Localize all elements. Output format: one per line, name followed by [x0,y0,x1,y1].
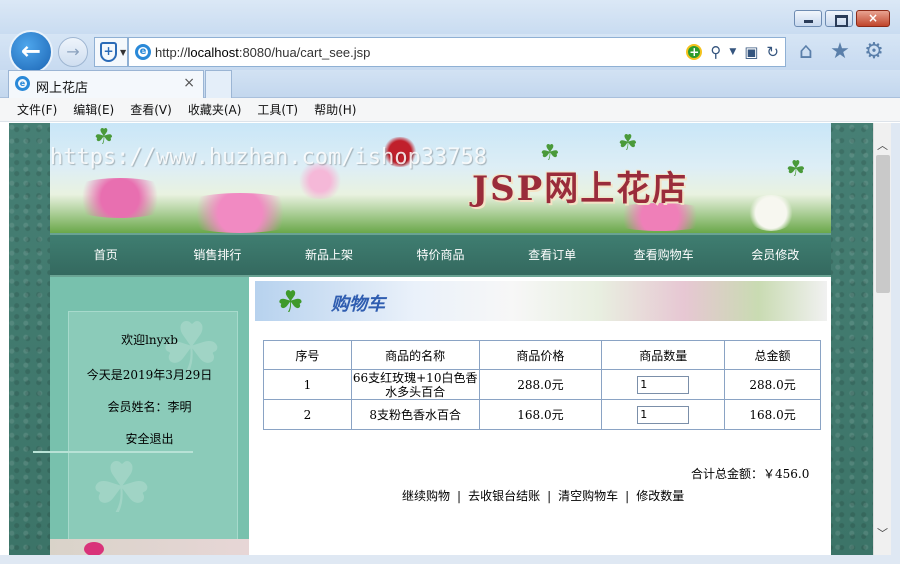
sidebar: ☘ ☘ 欢迎lnyxb 今天是2019年3月29日 会员姓名：李明 安全退出 [50,277,249,555]
row-quantity-cell [601,399,726,430]
menu-bar: 文件(F) 编辑(E) 查看(V) 收藏夹(A) 工具(T) 帮助(H) [0,98,900,122]
nav-new-products[interactable]: 新品上架 [273,235,385,275]
row-quantity-cell [601,369,726,400]
separator: | [457,489,462,503]
cart-banner: ☘ 购物车 [255,281,827,321]
home-icon[interactable]: ⌂ [793,39,819,65]
page-viewport: ☘ ☘ ☘ ☘ https://www.huzhan.com/ishop3375… [9,123,873,555]
compat-page-icon[interactable]: ▣ [744,43,758,61]
cart-panel: ☘ 购物车 序号 商品的名称 商品价格 商品数量 总金额 1 66支红玫瑰+10… [249,277,831,555]
cart-table: 序号 商品的名称 商品价格 商品数量 总金额 1 66支红玫瑰+10白色香水多头… [263,340,821,430]
grand-total: 合计总金额：￥456.0 [691,467,810,481]
sidebar-rose-image [50,539,249,555]
chevron-down-icon[interactable]: ▼ [729,47,736,57]
row-price: 168.0元 [478,399,603,430]
menu-help[interactable]: 帮助(H) [314,101,356,118]
menu-edit[interactable]: 编辑(E) [73,101,114,118]
welcome-text: 欢迎lnyxb [121,333,178,347]
quantity-input[interactable] [637,405,690,424]
window-frame [891,123,900,564]
nav-member-edit[interactable]: 会员修改 [719,235,831,275]
row-total: 168.0元 [724,399,821,430]
col-number: 序号 [263,340,352,370]
scroll-down-icon[interactable]: ﹀ [874,525,891,541]
nav-view-cart[interactable]: 查看购物车 [608,235,720,275]
cart-actions: 继续购物 | 去收银台结账 | 清空购物车 | 修改数量 [402,487,684,504]
sprout-icon: ☘ [786,157,806,182]
member-name: 会员姓名：李明 [107,400,192,414]
menu-file[interactable]: 文件(F) [17,101,57,118]
site-banner: ☘ ☘ ☘ ☘ https://www.huzhan.com/ishop3375… [50,123,831,233]
date-text: 今天是2019年3月29日 [86,368,213,382]
scroll-up-icon[interactable]: ︿ [874,137,891,153]
gear-icon[interactable]: ⚙ [861,39,887,65]
site-nav: 首页 销售排行 新品上架 特价商品 查看订单 查看购物车 会员修改 [50,233,831,277]
site-title: JSP网上花店 [472,169,689,209]
clover-icon: ☘ [277,285,304,320]
table-row: 1 66支红玫瑰+10白色香水多头百合 288.0元 288.0元 [263,369,821,400]
table-header-row: 序号 商品的名称 商品价格 商品数量 总金额 [263,340,821,370]
row-product-name: 8支粉色香水百合 [350,399,480,430]
col-total: 总金额 [724,340,821,370]
tab-active[interactable]: e 网上花店 × [8,70,204,98]
vertical-scrollbar[interactable]: ︿ ﹀ [873,123,891,555]
cart-title: 购物车 [331,294,385,315]
search-icon[interactable]: ⚲ [710,43,721,61]
browser-navbar: ← → + ▼ e http://localhost:8080/hua/cart… [0,30,900,74]
tab-title: 网上花店 [36,81,89,96]
row-product-name: 66支红玫瑰+10白色香水多头百合 [350,369,480,400]
scroll-thumb[interactable] [876,155,890,293]
sidebar-divider [33,451,193,453]
menu-tools[interactable]: 工具(T) [257,101,298,118]
menu-view[interactable]: 查看(V) [130,101,172,118]
nav-home[interactable]: 首页 [50,235,162,275]
clear-cart-link[interactable]: 清空购物车 [558,489,618,503]
table-row: 2 8支粉色香水百合 168.0元 168.0元 [263,399,821,430]
address-bar[interactable]: e http://localhost:8080/hua/cart_see.jsp… [128,37,786,67]
chevron-down-icon: ▼ [120,48,127,57]
col-price: 商品价格 [478,340,603,370]
ie-logo-icon: e [135,44,151,60]
favorites-star-icon[interactable]: ★ [827,39,853,65]
eggshell-decoration [746,195,796,231]
maximize-button[interactable] [825,10,853,27]
update-quantity-link[interactable]: 修改数量 [636,489,684,503]
checkout-link[interactable]: 去收银台结账 [468,489,540,503]
new-tab-button[interactable] [205,70,232,98]
window-titlebar: × [0,0,900,34]
flower-decoration [60,178,180,218]
watermark-text: https://www.huzhan.com/ishop33758 [50,145,488,170]
separator: | [547,489,552,503]
url-text[interactable]: http://localhost:8080/hua/cart_see.jsp [155,45,370,60]
nav-special-offers[interactable]: 特价商品 [385,235,497,275]
clover-icon: ☘ [618,131,638,156]
row-price: 288.0元 [478,369,603,400]
row-total: 288.0元 [724,369,821,400]
forward-arrow-icon[interactable]: → [58,37,88,67]
nav-view-orders[interactable]: 查看订单 [496,235,608,275]
addon-plus-icon[interactable]: + [686,44,703,60]
refresh-icon[interactable]: ↻ [766,43,779,61]
window-frame [0,555,900,564]
clover-icon: ☘ [90,447,153,529]
logout-link[interactable]: 安全退出 [50,430,249,447]
nav-sales-ranking[interactable]: 销售排行 [162,235,274,275]
separator: | [625,489,630,503]
flower-decoration [170,193,310,233]
minimize-button[interactable] [794,10,822,27]
shield-icon: + [100,42,117,62]
back-arrow-icon[interactable]: ← [9,30,53,74]
quantity-input[interactable] [637,375,690,394]
col-product-name: 商品的名称 [350,340,480,370]
row-number: 1 [263,369,352,400]
continue-shopping-link[interactable]: 继续购物 [402,489,450,503]
row-number: 2 [263,399,352,430]
close-icon[interactable]: × [183,75,195,91]
ie-logo-icon: e [15,76,30,91]
tab-bar: e 网上花店 × [0,70,900,98]
compat-view-button[interactable]: + ▼ [94,37,128,67]
col-quantity: 商品数量 [601,340,726,370]
close-window-button[interactable]: × [856,10,890,27]
menu-favorites[interactable]: 收藏夹(A) [188,101,242,118]
